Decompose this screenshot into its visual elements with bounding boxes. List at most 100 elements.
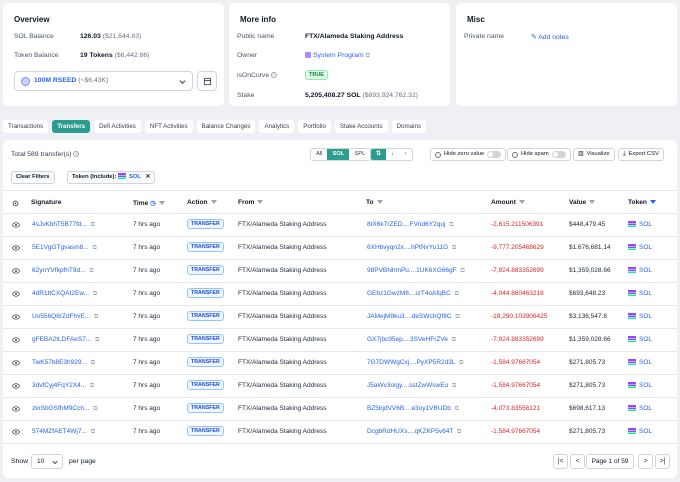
token-cell[interactable]: SOL — [628, 359, 652, 366]
copy-icon[interactable]: ⧉ — [93, 291, 97, 298]
eye-icon[interactable] — [12, 291, 20, 297]
filter-icon[interactable] — [376, 200, 383, 205]
signature-link[interactable]: 5E1VgGTgvasm8... ⧉ — [32, 244, 97, 252]
filter-icon[interactable] — [158, 201, 165, 206]
next-page-button[interactable]: > — [638, 454, 653, 469]
to-address[interactable]: BZ5bjdVV6B....e3oy1VBUDb ⧉ — [367, 405, 459, 413]
to-address[interactable]: GX7jbc95ep....3SVeHFrZVe ⧉ — [367, 336, 456, 344]
signature-link[interactable]: Uo556Q8rZdFhvE... ⧉ — [32, 313, 98, 321]
token-cell[interactable]: SOL — [628, 267, 652, 274]
from-address[interactable]: FTX/Alameda Staking Address — [238, 244, 327, 251]
copy-icon[interactable]: ⧉ — [455, 291, 459, 298]
eye-icon[interactable] — [12, 314, 20, 320]
tab-transactions[interactable]: Transactions — [3, 120, 49, 133]
tab-domains[interactable]: Domains — [391, 120, 426, 133]
from-address[interactable]: FTX/Alameda Staking Address — [238, 267, 327, 274]
to-address[interactable]: DcgbRdHUXs....qKZKP5v84T ⧉ — [367, 428, 461, 436]
copy-icon[interactable]: ⧉ — [89, 268, 93, 275]
to-address[interactable]: 98PVBNhmPu....1UK6XG66gF ⧉ — [367, 267, 465, 275]
copy-icon[interactable]: ⧉ — [455, 314, 459, 321]
to-address[interactable]: JAMejM8ku3....deSWchQf8C ⧉ — [367, 313, 460, 321]
tab-analytics[interactable]: Analytics — [259, 120, 295, 133]
eye-icon[interactable] — [12, 429, 20, 435]
prev-page-button[interactable]: < — [570, 454, 585, 469]
clear-filters-button[interactable]: Clear Filters — [11, 171, 55, 184]
filter-icon[interactable] — [210, 200, 217, 205]
copy-icon[interactable]: ⧉ — [452, 383, 456, 390]
token-cell[interactable]: SOL — [628, 290, 652, 297]
copy-icon[interactable]: ⧉ — [95, 337, 99, 344]
col-action[interactable]: Action — [187, 199, 217, 206]
arrow-down-icon[interactable]: ↓ — [386, 149, 399, 160]
copy-icon[interactable]: ⧉ — [459, 360, 463, 367]
eye-icon[interactable] — [12, 268, 20, 274]
col-token[interactable]: Token — [628, 199, 656, 206]
signature-link[interactable]: TwK57b8E3h929... ⧉ — [32, 359, 95, 367]
filter-icon[interactable] — [649, 200, 656, 205]
hide-zero-switch[interactable] — [487, 151, 502, 158]
to-address[interactable]: GEbz1GwzM8....izT4oAfqBC ⧉ — [367, 290, 459, 298]
copy-icon[interactable]: ⧉ — [94, 314, 98, 321]
to-address[interactable]: 6XHbvyqn2x....hPtNvYu11G ⧉ — [367, 244, 456, 252]
token-list-button[interactable] — [197, 71, 217, 91]
col-from[interactable]: From — [238, 199, 264, 206]
copy-icon[interactable]: ⧉ — [91, 222, 95, 229]
token-cell[interactable]: SOL — [628, 405, 652, 412]
copy-icon[interactable]: ⧉ — [452, 245, 456, 252]
from-address[interactable]: FTX/Alameda Staking Address — [238, 313, 327, 320]
tab-balance-changes[interactable]: Balance Changes — [196, 120, 256, 133]
hide-zero-toggle[interactable]: Hide zero value — [430, 148, 507, 161]
from-address[interactable]: FTX/Alameda Staking Address — [238, 428, 327, 435]
visualize-button[interactable]: ▥ Visualize — [573, 148, 615, 161]
tab-stake-accounts[interactable]: Stake Accounts — [334, 120, 388, 133]
to-address[interactable]: J5aWv3oigy....sstZwWswEu ⧉ — [367, 382, 456, 390]
copy-icon[interactable]: ⧉ — [452, 337, 456, 344]
eye-icon[interactable] — [12, 383, 20, 389]
copy-icon[interactable]: ⧉ — [455, 406, 459, 413]
signature-link[interactable]: 4sJvKbhT5B77fd... ⧉ — [32, 221, 95, 229]
eye-icon[interactable] — [12, 245, 20, 251]
to-address[interactable]: 7G7DWWgCxj....PyXP5R2d3L ⧉ — [367, 359, 463, 367]
from-address[interactable]: FTX/Alameda Staking Address — [238, 336, 327, 343]
from-address[interactable]: FTX/Alameda Staking Address — [238, 290, 327, 297]
close-icon[interactable]: ✕ — [145, 174, 150, 180]
signature-link[interactable]: gFEBA2tLDFAeS7... ⧉ — [32, 336, 99, 344]
to-address[interactable]: 8tX6k7rZED....FVnd6Y2quj ⧉ — [367, 221, 454, 229]
copy-icon[interactable]: ⧉ — [457, 429, 461, 436]
filter-all[interactable]: All — [311, 149, 327, 160]
tab-portfolio[interactable]: Portfolio — [298, 120, 331, 133]
copy-icon[interactable]: ⧉ — [449, 222, 453, 229]
copy-icon[interactable]: ⧉ — [460, 268, 464, 275]
token-cell[interactable]: SOL — [628, 336, 652, 343]
filter-icon[interactable] — [518, 200, 525, 205]
first-page-button[interactable]: |< — [553, 454, 568, 469]
from-address[interactable]: FTX/Alameda Staking Address — [238, 221, 327, 228]
hide-spam-switch[interactable] — [551, 151, 566, 158]
signature-link[interactable]: 3dvfCyj4FqY2X4... ⧉ — [32, 382, 94, 390]
filter-sol[interactable]: SOL — [327, 149, 350, 160]
token-cell[interactable]: SOL — [628, 428, 652, 435]
token-cell[interactable]: SOL — [628, 382, 652, 389]
tab-transfers[interactable]: Transfers — [52, 120, 91, 133]
export-csv-button[interactable]: ⤓ Export CSV — [618, 148, 664, 161]
filter-icon[interactable] — [257, 200, 264, 205]
sort-both-icon[interactable]: ⇅ — [371, 149, 386, 160]
last-page-button[interactable]: >| — [655, 454, 670, 469]
from-address[interactable]: FTX/Alameda Staking Address — [238, 382, 327, 389]
eye-icon[interactable] — [12, 222, 20, 228]
from-address[interactable]: FTX/Alameda Staking Address — [238, 405, 327, 412]
col-to[interactable]: To — [366, 199, 383, 206]
tab-defi-activities[interactable]: Defi Activities — [94, 120, 141, 133]
tab-nft-activities[interactable]: NFT Activities — [144, 120, 193, 133]
signature-link[interactable]: zkrSbGSfhM9Cch... ⧉ — [32, 405, 98, 413]
eye-icon[interactable] — [12, 406, 20, 412]
signature-link[interactable]: 4dR1ttCXQAt2Ew... ⧉ — [32, 290, 97, 298]
col-value[interactable]: Value — [569, 199, 596, 206]
copy-icon[interactable]: ⧉ — [90, 383, 94, 390]
copy-icon[interactable]: ⧉ — [91, 429, 95, 436]
owner-value[interactable]: System Program ⧉ — [305, 52, 370, 60]
token-select[interactable]: 100M RSEED (~$6.43K) — [14, 71, 193, 91]
token-cell[interactable]: SOL — [628, 244, 652, 251]
col-amount[interactable]: Amount — [491, 199, 525, 206]
copy-icon[interactable]: ⧉ — [93, 406, 97, 413]
